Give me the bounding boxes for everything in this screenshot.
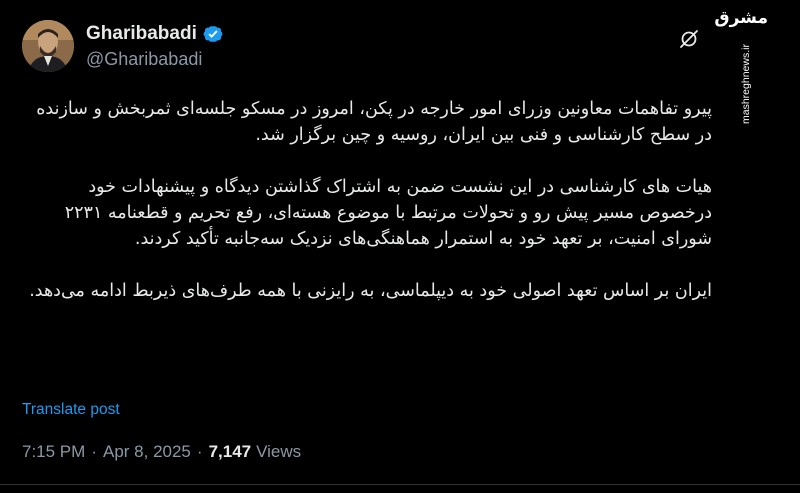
watermark-logo: مشرق	[714, 8, 768, 28]
tweet-card: Gharibabadi @Gharibabadi مشرق mashreghne…	[0, 0, 800, 493]
author-block: Gharibabadi @Gharibabadi	[86, 22, 224, 70]
post-body: پیرو تفاهمات معاونین وزرای امور خارجه در…	[22, 96, 712, 304]
post-paragraph: ایران بر اساس تعهد اصولی خود به دیپلماسی…	[29, 281, 712, 301]
author-handle[interactable]: @Gharibabadi	[86, 49, 224, 70]
watermark-url: mashreghnews.ir	[740, 44, 752, 124]
post-time[interactable]: 7:15 PM	[22, 442, 85, 462]
divider	[0, 484, 800, 485]
verified-badge-icon	[202, 23, 224, 45]
grok-icon[interactable]	[678, 28, 700, 50]
avatar-image	[22, 20, 74, 72]
meta-separator: ·	[91, 442, 97, 461]
translate-post-link[interactable]: Translate post	[22, 401, 120, 419]
post-paragraph: هیات های کارشناسی در این نشست ضمن به اشت…	[64, 177, 712, 249]
meta-separator: ·	[196, 442, 203, 461]
publisher-watermark: مشرق mashreghnews.ir	[714, 0, 800, 135]
post-paragraph: پیرو تفاهمات معاونین وزرای امور خارجه در…	[36, 99, 712, 145]
author-display-name[interactable]: Gharibabadi	[86, 23, 197, 45]
views-count: 7,147	[208, 442, 252, 461]
post-date[interactable]: Apr 8, 2025	[103, 442, 191, 462]
avatar[interactable]	[22, 20, 74, 72]
views-label: Views	[256, 442, 302, 461]
post-metadata: 7:15 PM · Apr 8, 2025 · 7,147 Views	[22, 442, 301, 462]
